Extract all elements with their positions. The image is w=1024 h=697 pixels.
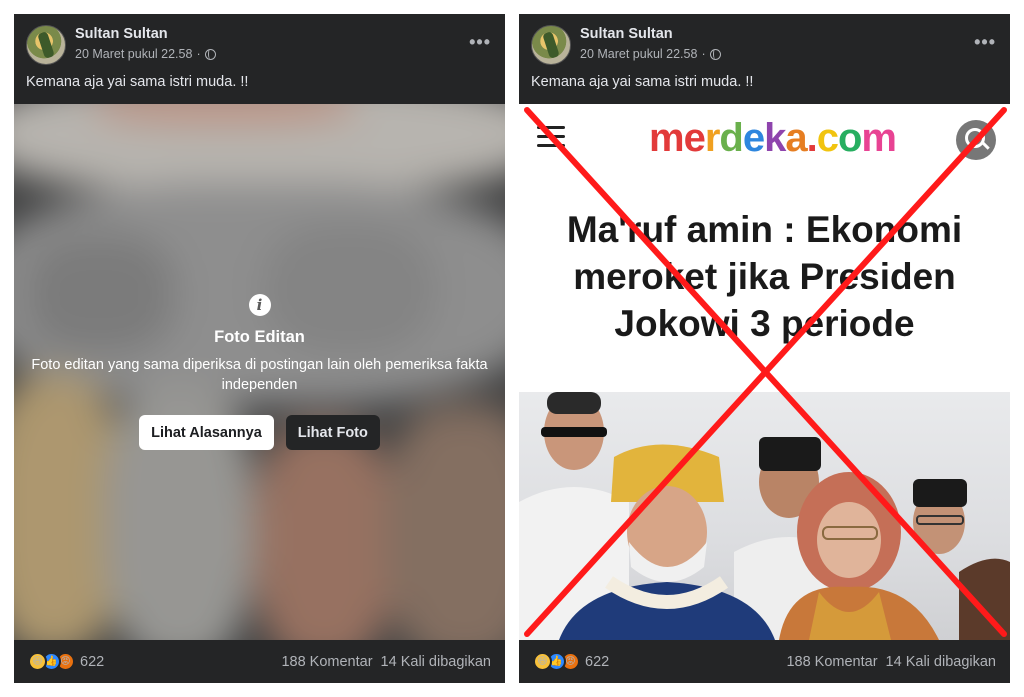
comment-count[interactable]: 188 Komentar: [786, 654, 877, 670]
article-photo: [519, 392, 1010, 640]
author-name[interactable]: Sultan Sultan: [580, 26, 673, 42]
logo-letter: m: [861, 116, 897, 160]
article-screenshot[interactable]: merdeka.com Ma'ruf amin : Ekonomi meroke…: [519, 104, 1010, 640]
post-footer: 😆 👍 😡 622 188 Komentar 14 Kali dibagikan: [14, 640, 505, 683]
haha-icon: 😆: [28, 652, 47, 671]
post-caption: Kemana aja yai sama istri muda. !!: [531, 74, 754, 90]
post-meta: 20 Maret pukul 22.58 ·: [580, 47, 721, 61]
logo-letter: d: [719, 116, 743, 160]
globe-icon: [204, 48, 216, 60]
post-meta: 20 Maret pukul 22.58 ·: [75, 47, 216, 61]
info-icon: i: [248, 294, 271, 316]
fact-check-notice: i Foto Editan Foto editan yang sama dipe…: [14, 294, 505, 450]
timestamp[interactable]: 20 Maret pukul 22.58: [580, 47, 697, 61]
share-count[interactable]: 14 Kali dibagikan: [886, 654, 996, 670]
logo-letter: o: [837, 116, 862, 160]
logo-letter: m: [649, 116, 685, 160]
comment-count[interactable]: 188 Komentar: [281, 654, 372, 670]
post-card-left: Sultan Sultan 20 Maret pukul 22.58 · •••…: [14, 14, 505, 683]
more-options-button[interactable]: •••: [974, 32, 996, 53]
author-name[interactable]: Sultan Sultan: [75, 26, 168, 42]
blurred-photo: i Foto Editan Foto editan yang sama dipe…: [14, 104, 505, 640]
logo-letter: r: [704, 116, 721, 160]
separator: ·: [701, 47, 706, 61]
logo-letter: a: [785, 116, 807, 160]
haha-icon: 😆: [533, 652, 552, 671]
logo-letter: e: [683, 116, 706, 160]
globe-icon: [709, 48, 721, 60]
notice-description: Foto editan yang sama diperiksa di posti…: [31, 357, 488, 393]
logo-letter: c: [816, 116, 839, 160]
hamburger-menu-icon: [537, 126, 565, 148]
merdeka-logo: merdeka.com: [649, 116, 897, 161]
notice-title: Foto Editan: [214, 328, 305, 346]
logo-letter: .: [806, 116, 818, 160]
people-illustration: [519, 392, 1010, 640]
timestamp[interactable]: 20 Maret pukul 22.58: [75, 47, 192, 61]
logo-letter: k: [764, 116, 786, 160]
post-stats: 188 Komentar 14 Kali dibagikan: [281, 654, 491, 670]
avatar[interactable]: [531, 25, 571, 65]
logo-letter: e: [742, 116, 765, 160]
article-headline: Ma'ruf amin : Ekonomi meroket jika Presi…: [519, 206, 1010, 347]
see-reason-button[interactable]: Lihat Alasannya: [139, 415, 274, 450]
more-options-button[interactable]: •••: [469, 32, 491, 53]
reaction-count[interactable]: 622: [80, 654, 104, 670]
post-footer: 😆 👍 😡 622 188 Komentar 14 Kali dibagikan: [519, 640, 1010, 683]
headline-line: Ma'ruf amin : Ekonomi: [566, 209, 963, 250]
reaction-count[interactable]: 622: [585, 654, 609, 670]
share-count[interactable]: 14 Kali dibagikan: [381, 654, 491, 670]
post-card-right: Sultan Sultan 20 Maret pukul 22.58 · •••…: [519, 14, 1010, 683]
reaction-icons[interactable]: 😆 👍 😡: [28, 652, 75, 671]
notice-buttons: Lihat Alasannya Lihat Foto: [14, 415, 505, 450]
post-header: Sultan Sultan 20 Maret pukul 22.58 · •••…: [519, 14, 1010, 104]
see-photo-button[interactable]: Lihat Foto: [285, 415, 380, 450]
avatar[interactable]: [26, 25, 66, 65]
post-caption: Kemana aja yai sama istri muda. !!: [26, 74, 249, 90]
separator: ·: [196, 47, 201, 61]
post-stats: 188 Komentar 14 Kali dibagikan: [786, 654, 996, 670]
reaction-icons[interactable]: 😆 👍 😡: [533, 652, 580, 671]
headline-line: meroket jika Presiden: [573, 256, 956, 297]
article-topbar: merdeka.com: [519, 104, 1010, 179]
headline-line: Jokowi 3 periode: [614, 303, 915, 344]
news-article: merdeka.com Ma'ruf amin : Ekonomi meroke…: [519, 104, 1010, 640]
post-header: Sultan Sultan 20 Maret pukul 22.58 · •••…: [14, 14, 505, 104]
search-icon: [956, 120, 996, 160]
